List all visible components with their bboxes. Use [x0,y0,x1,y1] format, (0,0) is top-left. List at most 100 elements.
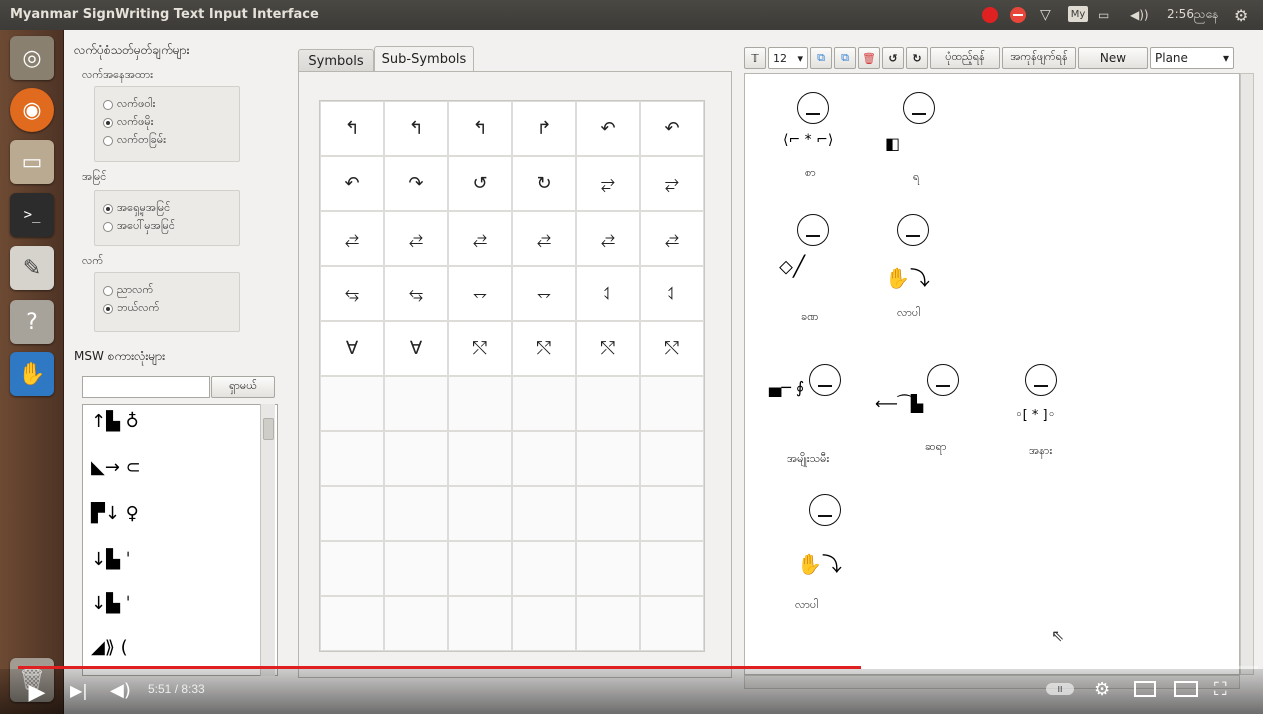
list-item[interactable]: ◣→ ⊂ [91,457,251,497]
copy-icon[interactable]: ⧉ [810,47,832,69]
symbol-cell[interactable] [320,486,384,541]
help-icon[interactable]: ? [10,300,54,344]
radio-button[interactable] [103,304,113,314]
word-list-scrollbar[interactable] [260,404,275,676]
symbol-cell[interactable]: ↷ [384,156,448,211]
stop-record-icon[interactable] [1010,6,1026,24]
radio-option[interactable]: ညာလက် [103,283,153,299]
symbol-cell[interactable]: ⥄ [384,211,448,266]
symbol-cell[interactable] [320,431,384,486]
symbol-cell[interactable] [320,541,384,596]
symbol-cell[interactable] [384,541,448,596]
radio-button[interactable] [103,222,113,232]
play-icon[interactable]: ▶ [24,679,50,705]
network-icon[interactable]: ▽ [1040,6,1051,24]
search-button[interactable]: ရှာမယ် [211,376,275,398]
symbol-cell[interactable]: ↻ [512,156,576,211]
volume-icon[interactable]: ◀) [110,680,131,701]
symbol-cell[interactable]: ⥂ [640,156,704,211]
symbol-cell[interactable] [384,596,448,651]
symbol-cell[interactable]: ↶ [576,101,640,156]
symbol-cell[interactable]: ⥃ [384,266,448,321]
symbol-cell[interactable] [448,431,512,486]
tab-sub-symbols[interactable]: Sub-Symbols [374,46,474,72]
symbol-cell[interactable] [576,376,640,431]
battery-icon[interactable]: ▭ [1098,6,1109,24]
symbol-cell[interactable]: ⤲ [640,321,704,376]
next-icon[interactable]: ▶| [70,681,88,700]
clock[interactable]: 2:56ညနေ [1167,6,1218,24]
symbol-cell[interactable]: ⥂ [576,156,640,211]
font-size-select[interactable]: 12 ▾ [768,47,808,69]
symbol-cell[interactable]: ↱ [512,101,576,156]
text-editor-icon[interactable]: ✎ [10,246,54,290]
radio-option[interactable]: လက်တခြမ်း [103,133,166,149]
symbol-cell[interactable] [512,541,576,596]
symbol-cell[interactable]: ⤲ [512,321,576,376]
word-list[interactable]: ↑▙ ♁ ◣→ ⊂ ▛↓ ♀ ↓▙ ˈ ↓▙ ˈ ◢⟫ ( [82,404,278,676]
symbol-cell[interactable]: ∀ [384,321,448,376]
list-item[interactable]: ↓▙ ˈ [91,593,251,633]
canvas-sign[interactable]: ⟵⁀▙ ဆရာ [875,364,975,484]
symbol-cell[interactable]: ⥄ [512,211,576,266]
symbol-cell[interactable] [384,431,448,486]
symbol-cell[interactable]: ↶ [320,156,384,211]
scrollbar-thumb[interactable] [263,418,274,440]
symbol-cell[interactable]: ⥄ [640,211,704,266]
canvas-sign[interactable]: ◦[ * ]◦ အနား [1007,364,1107,484]
symbol-cell[interactable]: ⥑ [576,266,640,321]
symbol-cell[interactable] [384,486,448,541]
radio-option[interactable]: ဘယ်လက် [103,301,159,317]
clear-all-button[interactable]: အကုန်ဖျက်ရန် [1002,47,1076,69]
symbol-cell[interactable] [448,541,512,596]
symbol-cell[interactable]: ⥑ [640,266,704,321]
radio-button[interactable] [103,118,113,128]
canvas-sign[interactable]: ▄─ ∮ အမျိုးသမီး [769,364,869,484]
sign-canvas[interactable]: ⟨⌐ * ⌐⟩ စာ ◧ ရ ⬦╱ ခဏ ✋⤵ လာပါ ▄─ ∮ အမျိုး… [744,73,1240,675]
insert-image-button[interactable]: ပုံထည့်ရန် [930,47,1000,69]
symbol-cell[interactable] [512,376,576,431]
symbol-cell[interactable] [320,596,384,651]
canvas-sign[interactable]: ⬦╱ ခဏ [779,214,879,334]
canvas-sign[interactable]: ✋⤵ လာပါ [779,494,879,614]
settings-icon[interactable]: ⚙ [1094,679,1110,700]
terminal-icon[interactable]: >_ [10,193,54,237]
symbol-cell[interactable]: ↺ [448,156,512,211]
undo-icon[interactable]: ↺ [882,47,904,69]
symbol-cell[interactable] [512,596,576,651]
volume-icon[interactable]: ◀)) [1130,6,1149,24]
symbol-cell[interactable] [448,596,512,651]
symbol-cell[interactable] [640,376,704,431]
symbol-cell[interactable] [576,431,640,486]
symbol-cell[interactable]: ↶ [640,101,704,156]
list-item[interactable]: ▛↓ ♀ [91,503,251,543]
symbol-cell[interactable] [640,596,704,651]
canvas-sign[interactable]: ⟨⌐ * ⌐⟩ စာ [779,92,879,212]
radio-option[interactable]: လက်ဖဝါး [103,97,155,113]
new-button[interactable]: New [1078,47,1148,69]
symbol-cell[interactable]: ↰ [384,101,448,156]
symbol-cell[interactable] [512,431,576,486]
radio-option[interactable]: အရှေ့မှအမြင် [103,201,170,217]
theater-mode-icon[interactable] [1174,681,1198,697]
radio-button[interactable] [103,136,113,146]
symbol-cell[interactable] [576,541,640,596]
symbol-cell[interactable]: ↰ [448,101,512,156]
radio-button[interactable] [103,100,113,110]
text-mode-icon[interactable]: 𝕋 [744,47,766,69]
fullscreen-icon[interactable]: ⛶ [1214,679,1227,700]
radio-button[interactable] [103,204,113,214]
symbol-cell[interactable]: ⥐ [448,266,512,321]
msw-app-icon[interactable]: ✋ [10,352,54,396]
autoplay-toggle[interactable]: II [1046,683,1074,695]
canvas-sign[interactable]: ✋⤵ လာပါ [867,214,967,334]
symbol-cell[interactable] [320,376,384,431]
system-settings-icon[interactable]: ⚙ [1234,6,1248,25]
dash-home-icon[interactable]: ◎ [10,36,54,80]
symbol-cell[interactable] [576,486,640,541]
symbol-cell[interactable] [384,376,448,431]
firefox-icon[interactable]: ◉ [10,88,54,132]
plane-select[interactable]: Plane ▾ [1150,47,1234,69]
list-item[interactable]: ↑▙ ♁ [91,411,251,451]
symbol-cell[interactable] [448,376,512,431]
